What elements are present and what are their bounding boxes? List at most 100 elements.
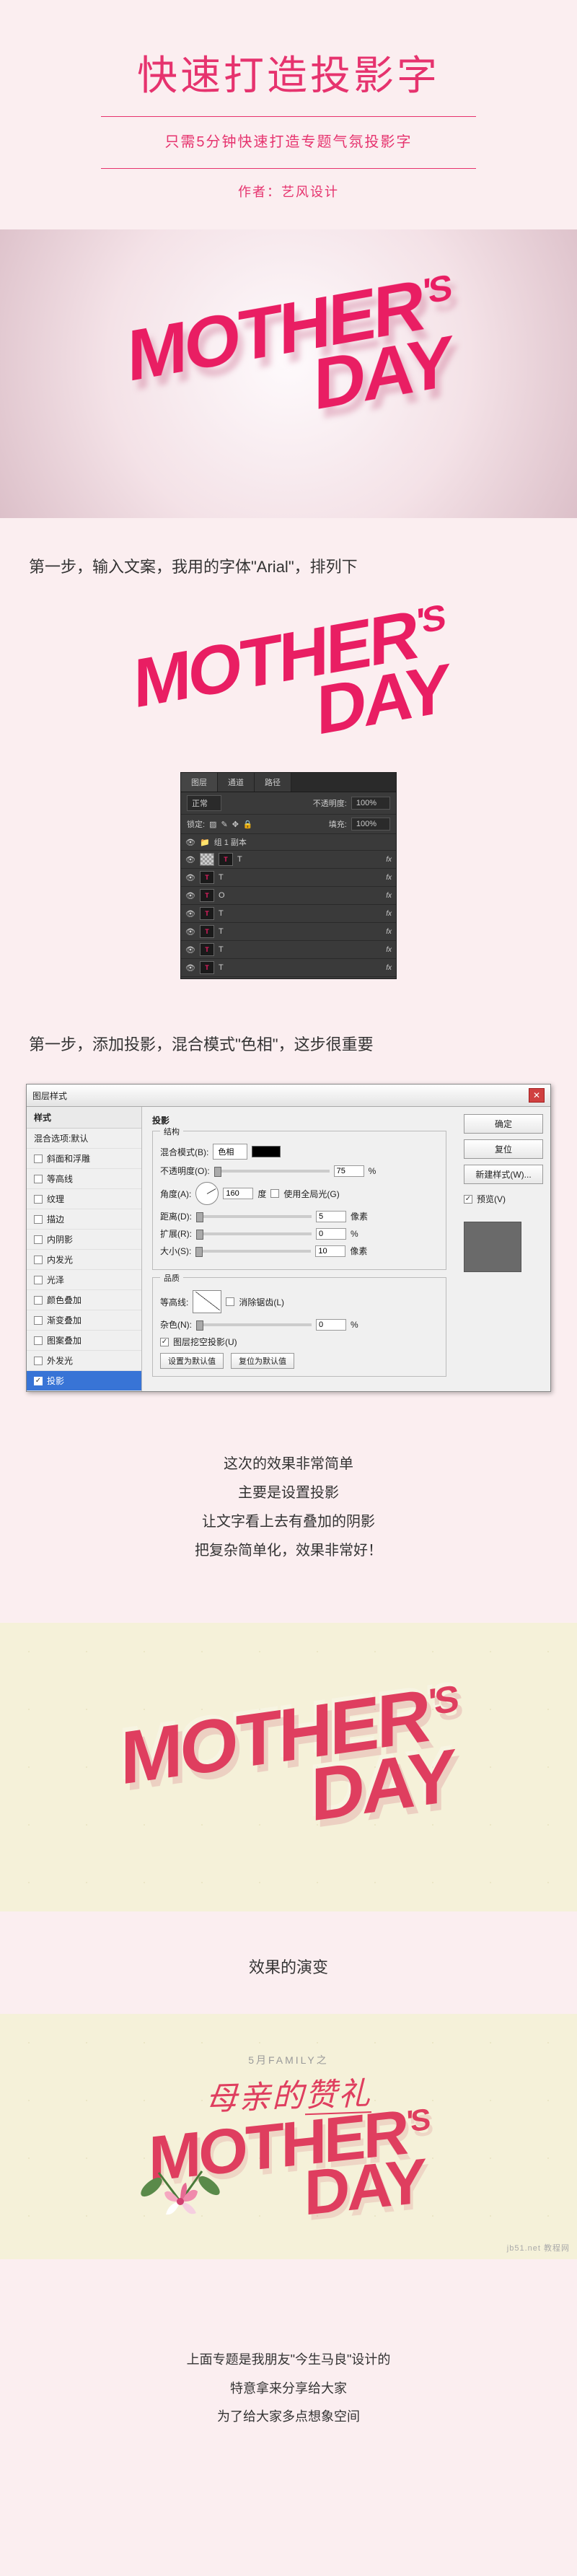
layer-row[interactable]: 👁 T T fx [181,977,396,978]
ok-button[interactable]: 确定 [464,1114,543,1134]
style-item-blending[interactable]: 混合选项:默认 [27,1129,141,1149]
checkbox[interactable] [34,1175,43,1183]
layer-style-wrapper: 图层样式 ✕ 样式 混合选项:默认 斜面和浮雕 等高线 纹理 描边 内阴影 内发… [0,1084,577,1399]
panel-tabs: 图层 通道 路径 [181,773,396,792]
layer-row[interactable]: 👁 T T fx [181,851,396,869]
visibility-icon[interactable]: 👁 [185,854,195,864]
style-item-outerglow[interactable]: 外发光 [27,1351,141,1371]
checkbox[interactable] [34,1215,43,1224]
checkbox[interactable] [34,1155,43,1163]
size-slider[interactable] [195,1250,311,1253]
checkbox[interactable] [34,1316,43,1325]
set-default-button[interactable]: 设置为默认值 [160,1353,224,1369]
layer-row[interactable]: 👁 T T fx [181,923,396,941]
style-item-stroke[interactable]: 描边 [27,1209,141,1230]
style-item-gradientoverlay[interactable]: 渐变叠加 [27,1310,141,1331]
divider [101,116,476,117]
style-item-innerglow[interactable]: 内发光 [27,1250,141,1270]
globallight-checkbox[interactable] [270,1189,279,1198]
distance-input[interactable] [316,1211,346,1222]
visibility-icon[interactable]: 👁 [185,926,195,937]
opacity-label: 不透明度: [313,797,347,809]
step1-text: 第一步，输入文案，我用的字体"Arial"，排列下 [0,518,577,606]
fx-badge[interactable]: fx [386,964,392,972]
color-swatch[interactable] [252,1146,281,1157]
blend-mode-select[interactable]: 色相 [213,1144,247,1160]
style-item-coloroverlay[interactable]: 颜色叠加 [27,1290,141,1310]
layer-row[interactable]: 👁 T T fx [181,869,396,887]
tab-layers[interactable]: 图层 [181,773,218,792]
visibility-icon[interactable]: 👁 [185,945,195,955]
checkbox[interactable] [34,1357,43,1365]
style-item-dropshadow[interactable]: ✓投影 [27,1371,141,1391]
lock-icon[interactable]: ▨ [209,820,216,829]
layer-row[interactable]: 👁 T T fx [181,905,396,923]
antialias-checkbox[interactable] [226,1297,234,1306]
angle-input[interactable] [223,1188,253,1199]
opacity-slider[interactable] [214,1170,330,1173]
style-item-texture[interactable]: 纹理 [27,1189,141,1209]
blend-mode-select[interactable]: 正常 [187,795,221,811]
checkbox[interactable] [34,1276,43,1284]
checkbox[interactable] [34,1235,43,1244]
layer-row[interactable]: 👁 T T fx [181,959,396,977]
newstyle-button[interactable]: 新建样式(W)... [464,1165,543,1184]
preview-checkbox[interactable]: ✓ [464,1195,472,1204]
spread-input[interactable] [316,1228,346,1240]
visibility-icon[interactable]: 👁 [185,963,195,973]
style-item-satin[interactable]: 光泽 [27,1270,141,1290]
style-item-bevel[interactable]: 斜面和浮雕 [27,1149,141,1169]
distance-slider[interactable] [196,1215,312,1218]
dialog-titlebar[interactable]: 图层样式 ✕ [27,1085,550,1107]
structure-group: 结构 混合模式(B): 色相 不透明度(O): % 角度(A): [152,1131,446,1270]
layer-name: T [219,945,224,954]
fill-value[interactable]: 100% [351,818,390,831]
lock-icon[interactable]: ✎ [221,820,227,829]
knockout-checkbox[interactable]: ✓ [160,1338,169,1346]
distance-label: 距离(D): [160,1210,192,1222]
fx-badge[interactable]: fx [386,910,392,918]
checkbox[interactable]: ✓ [34,1377,43,1385]
fx-badge[interactable]: fx [386,856,392,864]
visibility-icon[interactable]: 👁 [185,837,195,847]
hero-text: MOTHER'S DAY [126,269,451,449]
layer-group[interactable]: 👁 📁 组 1 副本 [181,834,396,851]
style-item-patternoverlay[interactable]: 图案叠加 [27,1331,141,1351]
fx-badge[interactable]: fx [386,892,392,900]
spread-slider[interactable] [196,1232,312,1235]
contour-picker[interactable] [193,1290,221,1313]
lock-icon[interactable]: 🔒 [243,820,253,829]
summary-line: 这次的效果非常简单 [29,1450,548,1478]
opacity-input[interactable] [334,1165,364,1177]
checkbox[interactable] [34,1256,43,1264]
layer-name: T [237,855,242,864]
visibility-icon[interactable]: 👁 [185,890,195,901]
visibility-icon[interactable]: 👁 [185,872,195,882]
checkbox[interactable] [34,1296,43,1305]
angle-dial[interactable] [195,1182,219,1205]
text-icon: T [219,853,233,866]
step2-text: 第一步，添加投影，混合模式"色相"，这步很重要 [0,996,577,1084]
cancel-button[interactable]: 复位 [464,1139,543,1159]
blend-label: 混合模式(B): [160,1146,208,1158]
layer-row[interactable]: 👁 T T fx [181,941,396,959]
noise-slider[interactable] [196,1323,312,1326]
reset-default-button[interactable]: 复位为默认值 [231,1353,294,1369]
style-item-innershadow[interactable]: 内阴影 [27,1230,141,1250]
size-input[interactable] [315,1245,345,1257]
noise-input[interactable] [316,1319,346,1331]
contour-label: 等高线: [160,1296,188,1308]
fx-badge[interactable]: fx [386,928,392,936]
fx-badge[interactable]: fx [386,874,392,882]
close-icon[interactable]: ✕ [529,1088,545,1103]
layer-row[interactable]: 👁 T O fx [181,887,396,905]
checkbox[interactable] [34,1336,43,1345]
visibility-icon[interactable]: 👁 [185,908,195,919]
tab-paths[interactable]: 路径 [255,773,291,792]
fx-badge[interactable]: fx [386,946,392,954]
lock-icon[interactable]: ✥ [232,820,239,829]
style-item-contour[interactable]: 等高线 [27,1169,141,1189]
checkbox[interactable] [34,1195,43,1204]
tab-channels[interactable]: 通道 [218,773,255,792]
opacity-value[interactable]: 100% [351,797,390,810]
